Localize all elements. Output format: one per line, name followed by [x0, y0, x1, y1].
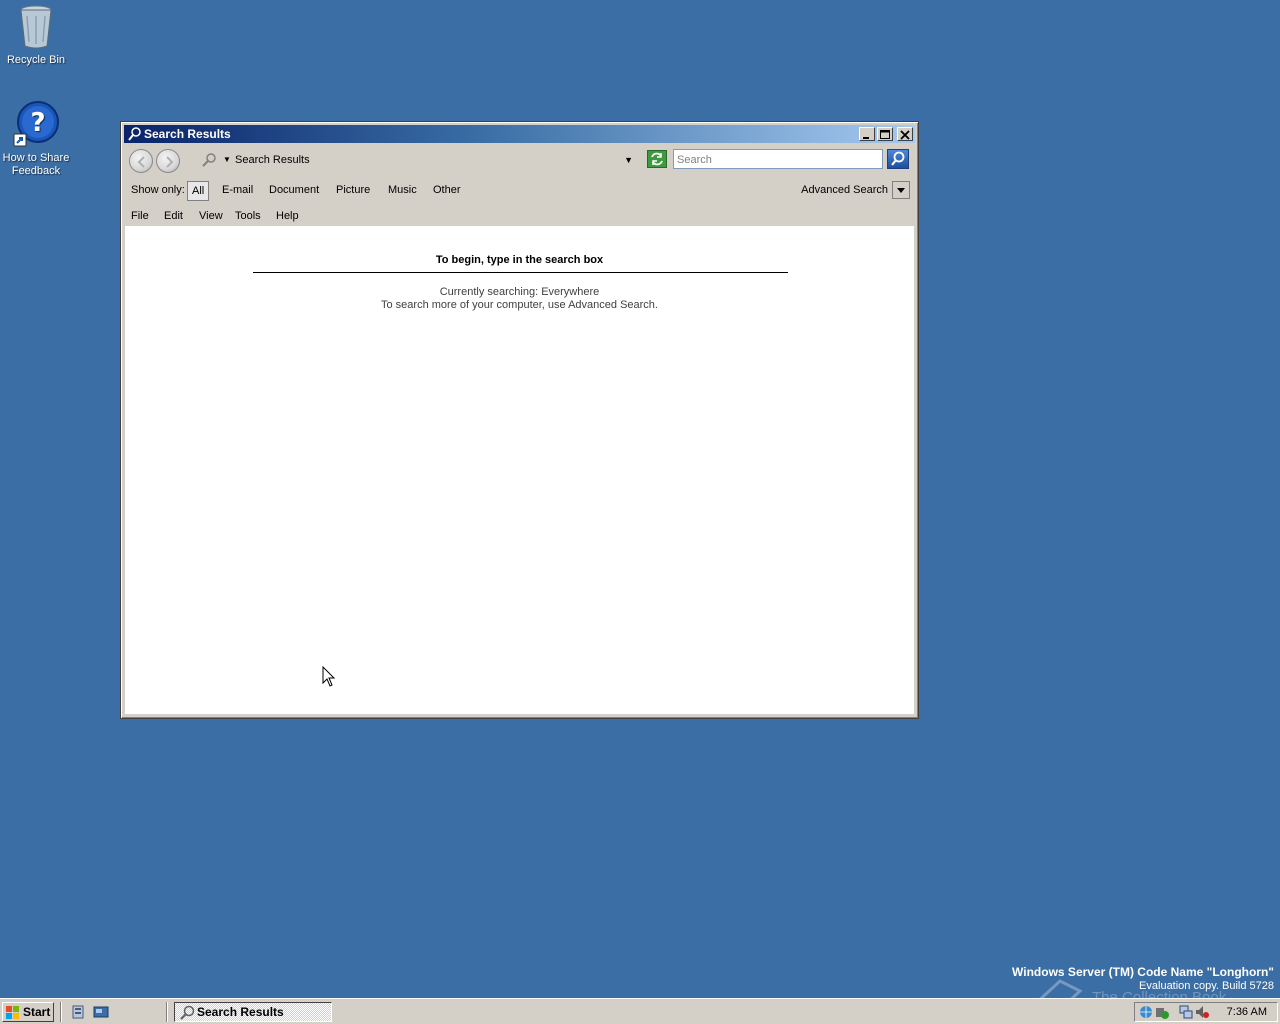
taskbar-separator: [166, 1002, 168, 1022]
navigation-bar: ▼ Search Results ▼ Search: [125, 146, 914, 176]
show-only-label: Show only:: [131, 184, 185, 196]
network-connection-icon[interactable]: [1179, 1005, 1193, 1019]
window-title: Search Results: [144, 127, 231, 141]
breadcrumb-arrow-icon[interactable]: ▼: [223, 149, 231, 171]
magnifier-icon: [180, 1005, 195, 1020]
svg-text:?: ?: [30, 108, 45, 138]
empty-state-heading: To begin, type in the search box: [435, 254, 604, 266]
desktop-icon-label: Recycle Bin: [6, 54, 66, 66]
system-tray: 7:36 AM: [1134, 1002, 1278, 1022]
show-desktop-icon[interactable]: [93, 1004, 109, 1020]
minimize-icon: [863, 137, 869, 139]
maximize-button[interactable]: [877, 127, 893, 141]
address-bar[interactable]: ▼ Search Results ▼: [197, 149, 641, 171]
filter-all[interactable]: All: [187, 181, 210, 201]
taskbar-item-search-results[interactable]: Search Results: [174, 1002, 332, 1022]
back-button[interactable]: [129, 149, 153, 173]
security-center-icon[interactable]: [1155, 1005, 1169, 1019]
desktop-icon-recycle-bin[interactable]: Recycle Bin: [0, 2, 72, 67]
address-dropdown-icon[interactable]: ▼: [624, 149, 633, 171]
start-button[interactable]: Start: [2, 1002, 54, 1022]
magnifier-icon: [128, 127, 142, 141]
results-pane: To begin, type in the search box Current…: [125, 226, 914, 714]
taskbar-separator: [60, 1002, 62, 1022]
menu-file[interactable]: File: [131, 206, 149, 226]
menu-help[interactable]: Help: [276, 206, 299, 226]
search-input[interactable]: Search: [673, 149, 883, 169]
volume-muted-icon[interactable]: [1195, 1005, 1209, 1019]
filter-email[interactable]: E-mail: [222, 178, 253, 202]
search-location-icon: [201, 152, 217, 176]
filter-document[interactable]: Document: [269, 178, 319, 202]
minimize-button[interactable]: [859, 127, 875, 141]
menu-edit[interactable]: Edit: [164, 206, 183, 226]
search-button[interactable]: [887, 149, 909, 169]
window-titlebar[interactable]: Search Results: [124, 125, 915, 143]
mouse-cursor-icon: [322, 665, 336, 691]
maximize-icon: [880, 130, 890, 139]
menu-tools[interactable]: Tools: [235, 206, 261, 226]
menu-view[interactable]: View: [199, 206, 223, 226]
taskbar-clock[interactable]: 7:36 AM: [1227, 1003, 1267, 1021]
windows-logo-icon: [6, 1006, 19, 1019]
forward-arrow-icon: [166, 156, 174, 168]
desktop-icon-label-line1: How to Share: [2, 152, 70, 164]
advanced-search-link[interactable]: Advanced Search: [801, 178, 888, 202]
desktop-icon-label-line2: Feedback: [11, 165, 61, 177]
show-only-filter-bar: Show only: All E-mail Document Picture M…: [125, 178, 914, 202]
chevron-down-icon: [897, 188, 905, 193]
taskbar: Start Search Results 7:36 AM: [0, 998, 1280, 1024]
filter-other[interactable]: Other: [433, 178, 461, 202]
search-results-window: Search Results ▼ Search Results ▼ Search…: [120, 121, 919, 719]
start-label: Start: [23, 1005, 51, 1019]
close-button[interactable]: [897, 127, 913, 141]
divider: [253, 272, 788, 273]
forward-button[interactable]: [156, 149, 180, 173]
search-icon: [891, 151, 905, 166]
filter-music[interactable]: Music: [388, 178, 417, 202]
recycle-bin-icon: [12, 2, 60, 50]
refresh-button[interactable]: [647, 150, 667, 168]
desktop-icon-how-to-share-feedback[interactable]: ? How to Share Feedback: [0, 100, 72, 178]
advanced-search-toggle[interactable]: [892, 181, 910, 199]
address-text: Search Results: [235, 154, 310, 166]
advanced-search-hint-text: To search more of your computer, use Adv…: [381, 299, 658, 311]
close-icon: [900, 130, 910, 140]
refresh-icon: [651, 152, 663, 166]
back-arrow-icon: [137, 156, 145, 168]
filter-picture[interactable]: Picture: [336, 178, 370, 202]
menu-bar: File Edit View Tools Help: [125, 206, 914, 226]
taskbar-item-label: Search Results: [197, 1005, 284, 1019]
network-globe-icon[interactable]: [1139, 1005, 1153, 1019]
help-icon: ?: [12, 100, 60, 148]
server-manager-icon[interactable]: [70, 1004, 86, 1020]
currently-searching-text: Currently searching: Everywhere: [439, 286, 600, 298]
